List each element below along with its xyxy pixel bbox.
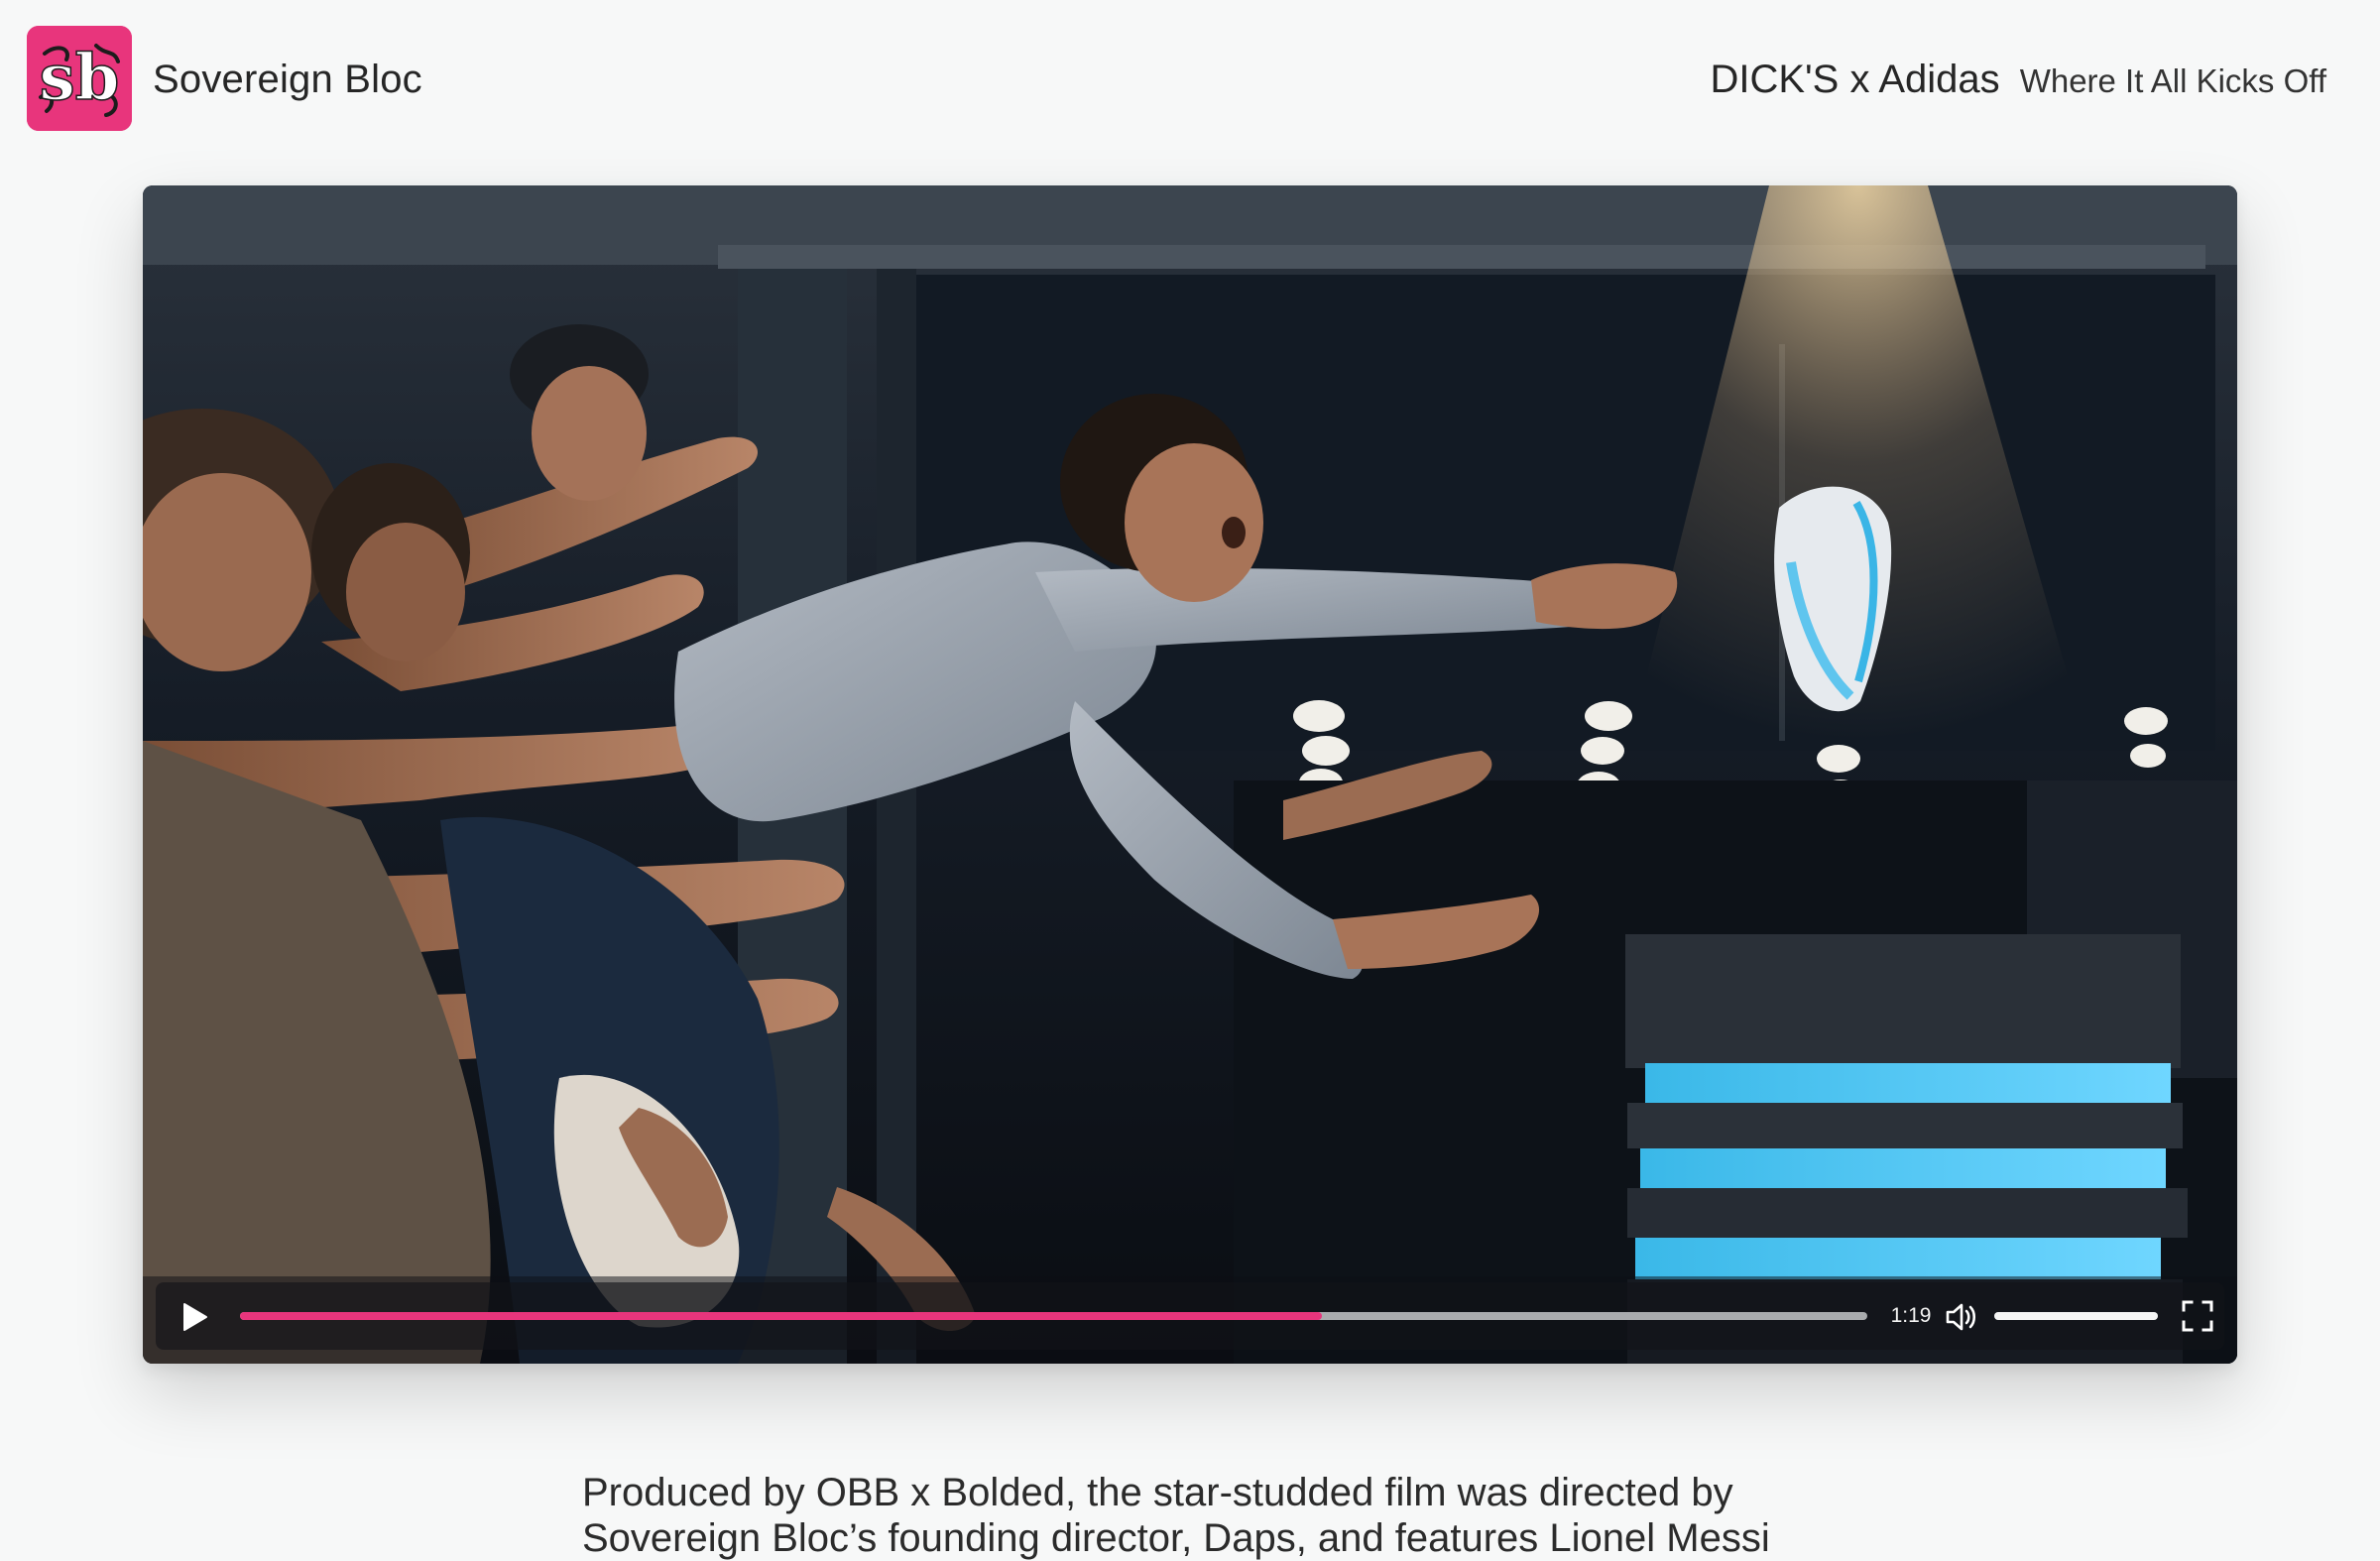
logo-text: sb [40, 41, 120, 115]
fullscreen-button[interactable] [2181, 1299, 2214, 1333]
logo-mark: sb [27, 26, 132, 131]
brand-name[interactable]: Sovereign Bloc [153, 56, 422, 103]
project-description: Produced by OBB x Bolded, the star-studd… [582, 1470, 1832, 1561]
sovereign-bloc-logo[interactable]: sb [27, 26, 132, 131]
video-frame [143, 185, 2237, 1364]
progress-bar[interactable] [240, 1312, 1867, 1320]
project-heading: DICK'S x Adidas Where It All Kicks Off [1710, 56, 2326, 105]
volume-button[interactable] [1944, 1299, 1979, 1335]
description-line: Sovereign Bloc’s founding director, Daps… [582, 1516, 1770, 1560]
video-player[interactable]: 1:19 [143, 185, 2237, 1364]
time-label: 1:19 [1890, 1304, 1932, 1327]
volume-icon [1946, 1303, 1976, 1331]
project-title: DICK'S x Adidas [1710, 58, 2000, 101]
progress-fill [240, 1312, 1323, 1320]
volume-level [1994, 1312, 2158, 1320]
video-controls: 1:19 [156, 1282, 2224, 1350]
play-button[interactable] [178, 1300, 211, 1334]
volume-slider[interactable] [1994, 1312, 2158, 1320]
fullscreen-icon [2182, 1300, 2213, 1332]
play-icon [183, 1303, 207, 1331]
description-line: Produced by OBB x Bolded, the star-studd… [582, 1471, 1733, 1514]
project-subtitle: Where It All Kicks Off [2019, 62, 2326, 99]
